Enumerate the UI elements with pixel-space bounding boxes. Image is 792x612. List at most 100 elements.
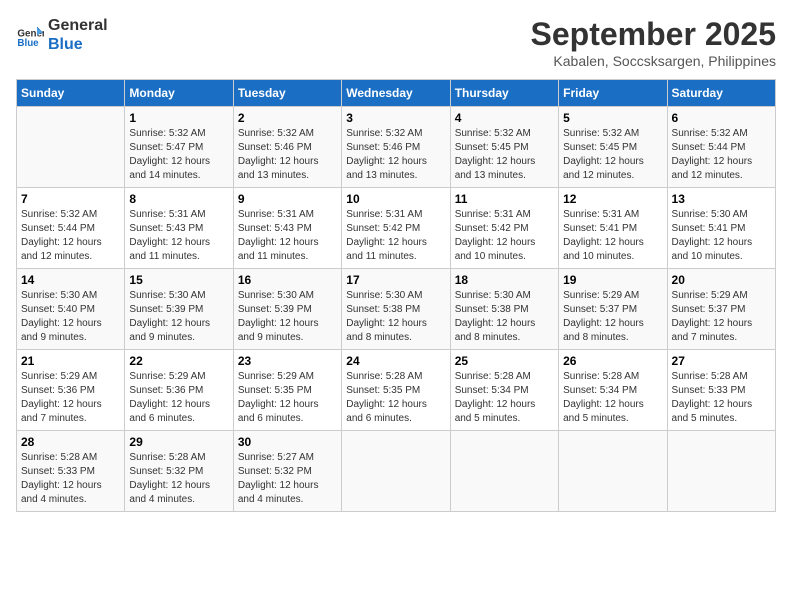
day-info: Sunrise: 5:31 AM Sunset: 5:42 PM Dayligh… (455, 208, 554, 264)
day-number: 12 (563, 192, 662, 206)
day-info: Sunrise: 5:30 AM Sunset: 5:38 PM Dayligh… (455, 289, 554, 345)
day-info: Sunrise: 5:32 AM Sunset: 5:44 PM Dayligh… (672, 127, 771, 183)
day-info: Sunrise: 5:32 AM Sunset: 5:46 PM Dayligh… (346, 127, 445, 183)
header-monday: Monday (125, 80, 233, 107)
calendar-cell: 12 Sunrise: 5:31 AM Sunset: 5:41 PM Dayli… (559, 188, 667, 269)
day-number: 28 (21, 435, 120, 449)
header-saturday: Saturday (667, 80, 775, 107)
day-number: 30 (238, 435, 337, 449)
day-number: 26 (563, 354, 662, 368)
day-number: 2 (238, 111, 337, 125)
day-info: Sunrise: 5:29 AM Sunset: 5:36 PM Dayligh… (21, 370, 120, 426)
header-friday: Friday (559, 80, 667, 107)
day-info: Sunrise: 5:29 AM Sunset: 5:36 PM Dayligh… (129, 370, 228, 426)
logo-general: General (48, 16, 108, 35)
day-number: 11 (455, 192, 554, 206)
page-subtitle: Kabalen, Soccsksargen, Philippines (531, 53, 776, 69)
day-number: 22 (129, 354, 228, 368)
calendar-cell (450, 431, 558, 512)
logo: General Blue General Blue (16, 16, 108, 54)
calendar-cell: 20 Sunrise: 5:29 AM Sunset: 5:37 PM Dayli… (667, 269, 775, 350)
day-number: 10 (346, 192, 445, 206)
calendar-cell: 28 Sunrise: 5:28 AM Sunset: 5:33 PM Dayli… (17, 431, 125, 512)
day-number: 6 (672, 111, 771, 125)
calendar-cell: 21 Sunrise: 5:29 AM Sunset: 5:36 PM Dayli… (17, 350, 125, 431)
day-info: Sunrise: 5:30 AM Sunset: 5:41 PM Dayligh… (672, 208, 771, 264)
day-info: Sunrise: 5:31 AM Sunset: 5:43 PM Dayligh… (238, 208, 337, 264)
calendar-cell: 4Sunrise: 5:32 AM Sunset: 5:45 PM Daylig… (450, 107, 558, 188)
day-number: 9 (238, 192, 337, 206)
svg-text:Blue: Blue (17, 38, 39, 49)
calendar-cell: 13 Sunrise: 5:30 AM Sunset: 5:41 PM Dayli… (667, 188, 775, 269)
calendar-cell: 22 Sunrise: 5:29 AM Sunset: 5:36 PM Dayli… (125, 350, 233, 431)
day-number: 23 (238, 354, 337, 368)
day-number: 5 (563, 111, 662, 125)
calendar-table: SundayMondayTuesdayWednesdayThursdayFrid… (16, 79, 776, 512)
calendar-cell: 14Sunrise: 5:30 AM Sunset: 5:40 PM Dayli… (17, 269, 125, 350)
day-number: 7 (21, 192, 120, 206)
title-block: September 2025 Kabalen, Soccsksargen, Ph… (531, 16, 776, 69)
day-number: 29 (129, 435, 228, 449)
header-thursday: Thursday (450, 80, 558, 107)
calendar-cell: 19Sunrise: 5:29 AM Sunset: 5:37 PM Dayli… (559, 269, 667, 350)
calendar-cell: 17 Sunrise: 5:30 AM Sunset: 5:38 PM Dayli… (342, 269, 450, 350)
calendar-cell: 24Sunrise: 5:28 AM Sunset: 5:35 PM Dayli… (342, 350, 450, 431)
header: General Blue General Blue September 2025… (16, 16, 776, 69)
day-info: Sunrise: 5:28 AM Sunset: 5:34 PM Dayligh… (455, 370, 554, 426)
day-info: Sunrise: 5:32 AM Sunset: 5:45 PM Dayligh… (563, 127, 662, 183)
day-info: Sunrise: 5:32 AM Sunset: 5:45 PM Dayligh… (455, 127, 554, 183)
day-number: 25 (455, 354, 554, 368)
day-info: Sunrise: 5:29 AM Sunset: 5:37 PM Dayligh… (672, 289, 771, 345)
day-info: Sunrise: 5:28 AM Sunset: 5:32 PM Dayligh… (129, 451, 228, 507)
day-number: 18 (455, 273, 554, 287)
week-row-1: 1 Sunrise: 5:32 AM Sunset: 5:47 PM Daylig… (17, 107, 776, 188)
day-info: Sunrise: 5:32 AM Sunset: 5:47 PM Dayligh… (129, 127, 228, 183)
day-info: Sunrise: 5:27 AM Sunset: 5:32 PM Dayligh… (238, 451, 337, 507)
day-number: 17 (346, 273, 445, 287)
day-number: 19 (563, 273, 662, 287)
day-number: 21 (21, 354, 120, 368)
calendar-cell: 25 Sunrise: 5:28 AM Sunset: 5:34 PM Dayli… (450, 350, 558, 431)
day-number: 24 (346, 354, 445, 368)
calendar-cell (667, 431, 775, 512)
day-number: 1 (129, 111, 228, 125)
header-wednesday: Wednesday (342, 80, 450, 107)
day-info: Sunrise: 5:30 AM Sunset: 5:39 PM Dayligh… (238, 289, 337, 345)
day-info: Sunrise: 5:28 AM Sunset: 5:33 PM Dayligh… (672, 370, 771, 426)
calendar-cell: 29 Sunrise: 5:28 AM Sunset: 5:32 PM Dayli… (125, 431, 233, 512)
day-number: 8 (129, 192, 228, 206)
day-info: Sunrise: 5:31 AM Sunset: 5:43 PM Dayligh… (129, 208, 228, 264)
logo-blue: Blue (48, 35, 108, 54)
day-info: Sunrise: 5:28 AM Sunset: 5:34 PM Dayligh… (563, 370, 662, 426)
day-number: 20 (672, 273, 771, 287)
day-info: Sunrise: 5:31 AM Sunset: 5:42 PM Dayligh… (346, 208, 445, 264)
calendar-cell: 3 Sunrise: 5:32 AM Sunset: 5:46 PM Daylig… (342, 107, 450, 188)
week-row-4: 21 Sunrise: 5:29 AM Sunset: 5:36 PM Dayli… (17, 350, 776, 431)
calendar-cell: 27 Sunrise: 5:28 AM Sunset: 5:33 PM Dayli… (667, 350, 775, 431)
logo-icon: General Blue (16, 21, 44, 49)
calendar-cell: 7Sunrise: 5:32 AM Sunset: 5:44 PM Daylig… (17, 188, 125, 269)
day-info: Sunrise: 5:30 AM Sunset: 5:39 PM Dayligh… (129, 289, 228, 345)
header-tuesday: Tuesday (233, 80, 341, 107)
day-info: Sunrise: 5:29 AM Sunset: 5:35 PM Dayligh… (238, 370, 337, 426)
day-info: Sunrise: 5:31 AM Sunset: 5:41 PM Dayligh… (563, 208, 662, 264)
calendar-header-row: SundayMondayTuesdayWednesdayThursdayFrid… (17, 80, 776, 107)
calendar-cell: 26 Sunrise: 5:28 AM Sunset: 5:34 PM Dayli… (559, 350, 667, 431)
calendar-cell: 8 Sunrise: 5:31 AM Sunset: 5:43 PM Daylig… (125, 188, 233, 269)
day-number: 13 (672, 192, 771, 206)
day-info: Sunrise: 5:28 AM Sunset: 5:33 PM Dayligh… (21, 451, 120, 507)
week-row-5: 28 Sunrise: 5:28 AM Sunset: 5:33 PM Dayli… (17, 431, 776, 512)
day-number: 15 (129, 273, 228, 287)
calendar-cell (559, 431, 667, 512)
calendar-cell: 23 Sunrise: 5:29 AM Sunset: 5:35 PM Dayli… (233, 350, 341, 431)
day-info: Sunrise: 5:30 AM Sunset: 5:40 PM Dayligh… (21, 289, 120, 345)
day-info: Sunrise: 5:32 AM Sunset: 5:46 PM Dayligh… (238, 127, 337, 183)
page-title: September 2025 (531, 16, 776, 53)
day-info: Sunrise: 5:30 AM Sunset: 5:38 PM Dayligh… (346, 289, 445, 345)
calendar-cell: 5 Sunrise: 5:32 AM Sunset: 5:45 PM Daylig… (559, 107, 667, 188)
day-number: 27 (672, 354, 771, 368)
calendar-cell: 2 Sunrise: 5:32 AM Sunset: 5:46 PM Daylig… (233, 107, 341, 188)
calendar-cell: 1 Sunrise: 5:32 AM Sunset: 5:47 PM Daylig… (125, 107, 233, 188)
day-number: 3 (346, 111, 445, 125)
calendar-cell: 9 Sunrise: 5:31 AM Sunset: 5:43 PM Daylig… (233, 188, 341, 269)
